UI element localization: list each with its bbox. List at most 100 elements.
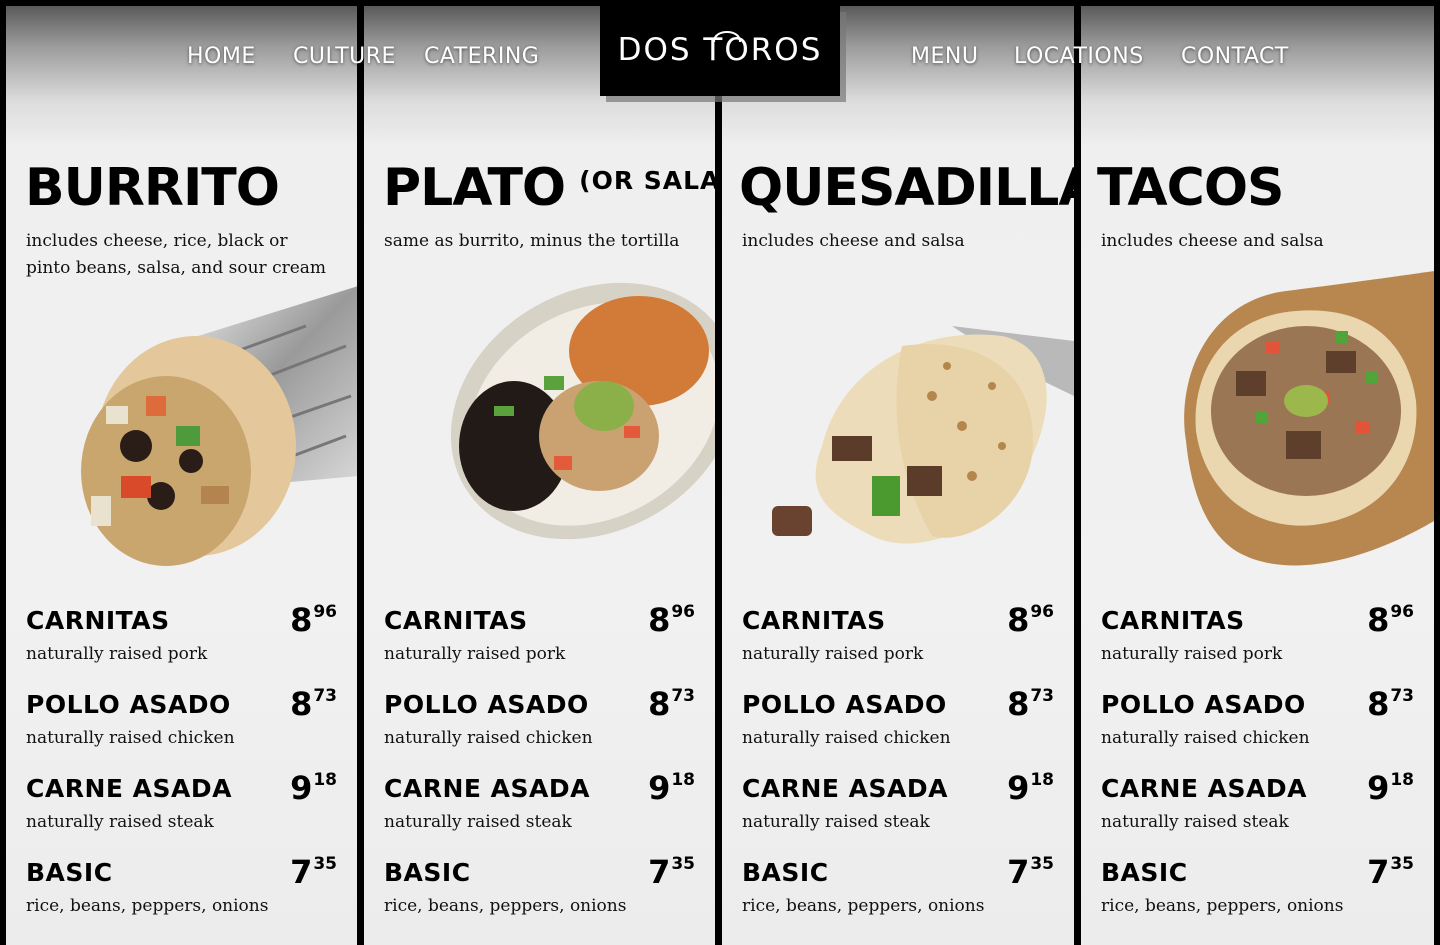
menu-page: BURRITO includes cheese, rice, black or … <box>0 0 1440 945</box>
price-dollars: 7 <box>648 853 671 891</box>
item-price: 735 <box>1367 853 1414 891</box>
price-cents: 73 <box>671 686 695 706</box>
item-description: rice, beans, peppers, onions <box>1101 896 1344 916</box>
menu-item[interactable]: CARNE ASADA 918 naturally raised steak <box>384 769 695 858</box>
menu-item[interactable]: POLLO ASADO 873 naturally raised chicken <box>26 685 337 774</box>
menu-column-tacos: TACOS includes cheese and salsa CARNITAS… <box>1081 6 1434 945</box>
menu-column-burrito: BURRITO includes cheese, rice, black or … <box>6 6 357 945</box>
nav-menu[interactable]: MENU <box>911 44 978 69</box>
item-description: rice, beans, peppers, onions <box>742 896 985 916</box>
price-dollars: 9 <box>648 769 671 807</box>
menu-item[interactable]: CARNE ASADA 918 naturally raised steak <box>26 769 337 858</box>
tacos-image <box>1184 271 1434 566</box>
price-cents: 35 <box>313 854 337 874</box>
price-cents: 18 <box>1030 770 1054 790</box>
price-cents: 18 <box>1390 770 1414 790</box>
price-cents: 73 <box>1030 686 1054 706</box>
item-name: BASIC <box>1101 858 1188 887</box>
menu-item[interactable]: CARNITAS 896 naturally raised pork <box>384 601 695 690</box>
item-name: BASIC <box>26 858 113 887</box>
plato-bowl-image <box>450 282 715 540</box>
item-description: rice, beans, peppers, onions <box>26 896 269 916</box>
item-name: CARNE ASADA <box>742 774 948 803</box>
item-description: rice, beans, peppers, onions <box>384 896 627 916</box>
menu-items: CARNITAS 896 naturally raised pork POLLO… <box>384 601 695 942</box>
price-dollars: 9 <box>290 769 313 807</box>
item-price: 735 <box>648 853 695 891</box>
column-title: TACOS <box>1097 158 1284 218</box>
price-dollars: 8 <box>648 601 671 639</box>
nav-culture[interactable]: CULTURE <box>293 44 396 69</box>
item-price: 896 <box>1007 601 1054 639</box>
menu-item[interactable]: BASIC 735 rice, beans, peppers, onions <box>384 853 695 942</box>
item-description: naturally raised pork <box>384 644 566 664</box>
brand-logo[interactable]: DOS TOROS <box>600 6 840 96</box>
nav-contact[interactable]: CONTACT <box>1181 44 1289 69</box>
menu-item[interactable]: BASIC 735 rice, beans, peppers, onions <box>1101 853 1414 942</box>
quesadilla-image <box>772 326 1074 544</box>
price-cents: 35 <box>1030 854 1054 874</box>
price-cents: 96 <box>671 602 695 622</box>
menu-item[interactable]: BASIC 735 rice, beans, peppers, onions <box>26 853 337 942</box>
price-dollars: 8 <box>290 601 313 639</box>
price-cents: 73 <box>1390 686 1414 706</box>
price-dollars: 7 <box>1007 853 1030 891</box>
column-title: PLATO (OR SALAD) <box>383 158 715 218</box>
price-dollars: 8 <box>1367 685 1390 723</box>
price-dollars: 9 <box>1007 769 1030 807</box>
item-description: naturally raised pork <box>26 644 208 664</box>
menu-items: CARNITAS 896 naturally raised pork POLLO… <box>742 601 1054 942</box>
column-subtitle: (OR SALAD) <box>579 166 715 195</box>
price-cents: 96 <box>313 602 337 622</box>
item-price: 873 <box>1367 685 1414 723</box>
price-cents: 96 <box>1030 602 1054 622</box>
column-description: includes cheese, rice, black or pinto be… <box>26 231 327 278</box>
nav-home[interactable]: HOME <box>187 44 256 69</box>
item-price: 896 <box>648 601 695 639</box>
menu-item[interactable]: BASIC 735 rice, beans, peppers, onions <box>742 853 1054 942</box>
item-name: CARNITAS <box>742 606 886 635</box>
item-name: POLLO ASADO <box>742 690 947 719</box>
price-cents: 18 <box>313 770 337 790</box>
item-description: naturally raised chicken <box>384 728 593 748</box>
item-description: naturally raised steak <box>1101 812 1289 832</box>
menu-items: CARNITAS 896 naturally raised pork POLLO… <box>26 601 337 942</box>
item-name: CARNE ASADA <box>26 774 232 803</box>
price-cents: 18 <box>671 770 695 790</box>
price-dollars: 8 <box>1367 601 1390 639</box>
item-price: 918 <box>1007 769 1054 807</box>
item-price: 918 <box>1367 769 1414 807</box>
item-price: 735 <box>290 853 337 891</box>
menu-item[interactable]: CARNE ASADA 918 naturally raised steak <box>742 769 1054 858</box>
item-description: naturally raised steak <box>26 812 214 832</box>
item-price: 918 <box>648 769 695 807</box>
menu-column-quesadilla: QUESADILLA includes cheese and salsa CAR… <box>722 6 1074 945</box>
menu-item[interactable]: CARNITAS 896 naturally raised pork <box>1101 601 1414 690</box>
column-description: includes cheese and salsa <box>1101 231 1324 251</box>
column-title: BURRITO <box>25 158 280 218</box>
nav-catering[interactable]: CATERING <box>424 44 539 69</box>
price-dollars: 8 <box>290 685 313 723</box>
item-name: CARNITAS <box>26 606 170 635</box>
menu-item[interactable]: POLLO ASADO 873 naturally raised chicken <box>742 685 1054 774</box>
bull-horns-icon <box>713 30 741 43</box>
item-name: POLLO ASADO <box>26 690 231 719</box>
item-description: naturally raised steak <box>384 812 572 832</box>
item-name: BASIC <box>384 858 471 887</box>
nav-locations[interactable]: LOCATIONS <box>1014 44 1144 69</box>
price-dollars: 9 <box>1367 769 1390 807</box>
item-name: POLLO ASADO <box>1101 690 1306 719</box>
item-price: 896 <box>1367 601 1414 639</box>
price-cents: 35 <box>671 854 695 874</box>
price-dollars: 7 <box>290 853 313 891</box>
menu-item[interactable]: POLLO ASADO 873 naturally raised chicken <box>1101 685 1414 774</box>
price-dollars: 8 <box>1007 685 1030 723</box>
menu-item[interactable]: CARNITAS 896 naturally raised pork <box>742 601 1054 690</box>
column-title: QUESADILLA <box>739 158 1074 218</box>
item-name: BASIC <box>742 858 829 887</box>
menu-item[interactable]: CARNITAS 896 naturally raised pork <box>26 601 337 690</box>
menu-item[interactable]: CARNE ASADA 918 naturally raised steak <box>1101 769 1414 858</box>
menu-item[interactable]: POLLO ASADO 873 naturally raised chicken <box>384 685 695 774</box>
item-price: 918 <box>290 769 337 807</box>
price-dollars: 7 <box>1367 853 1390 891</box>
